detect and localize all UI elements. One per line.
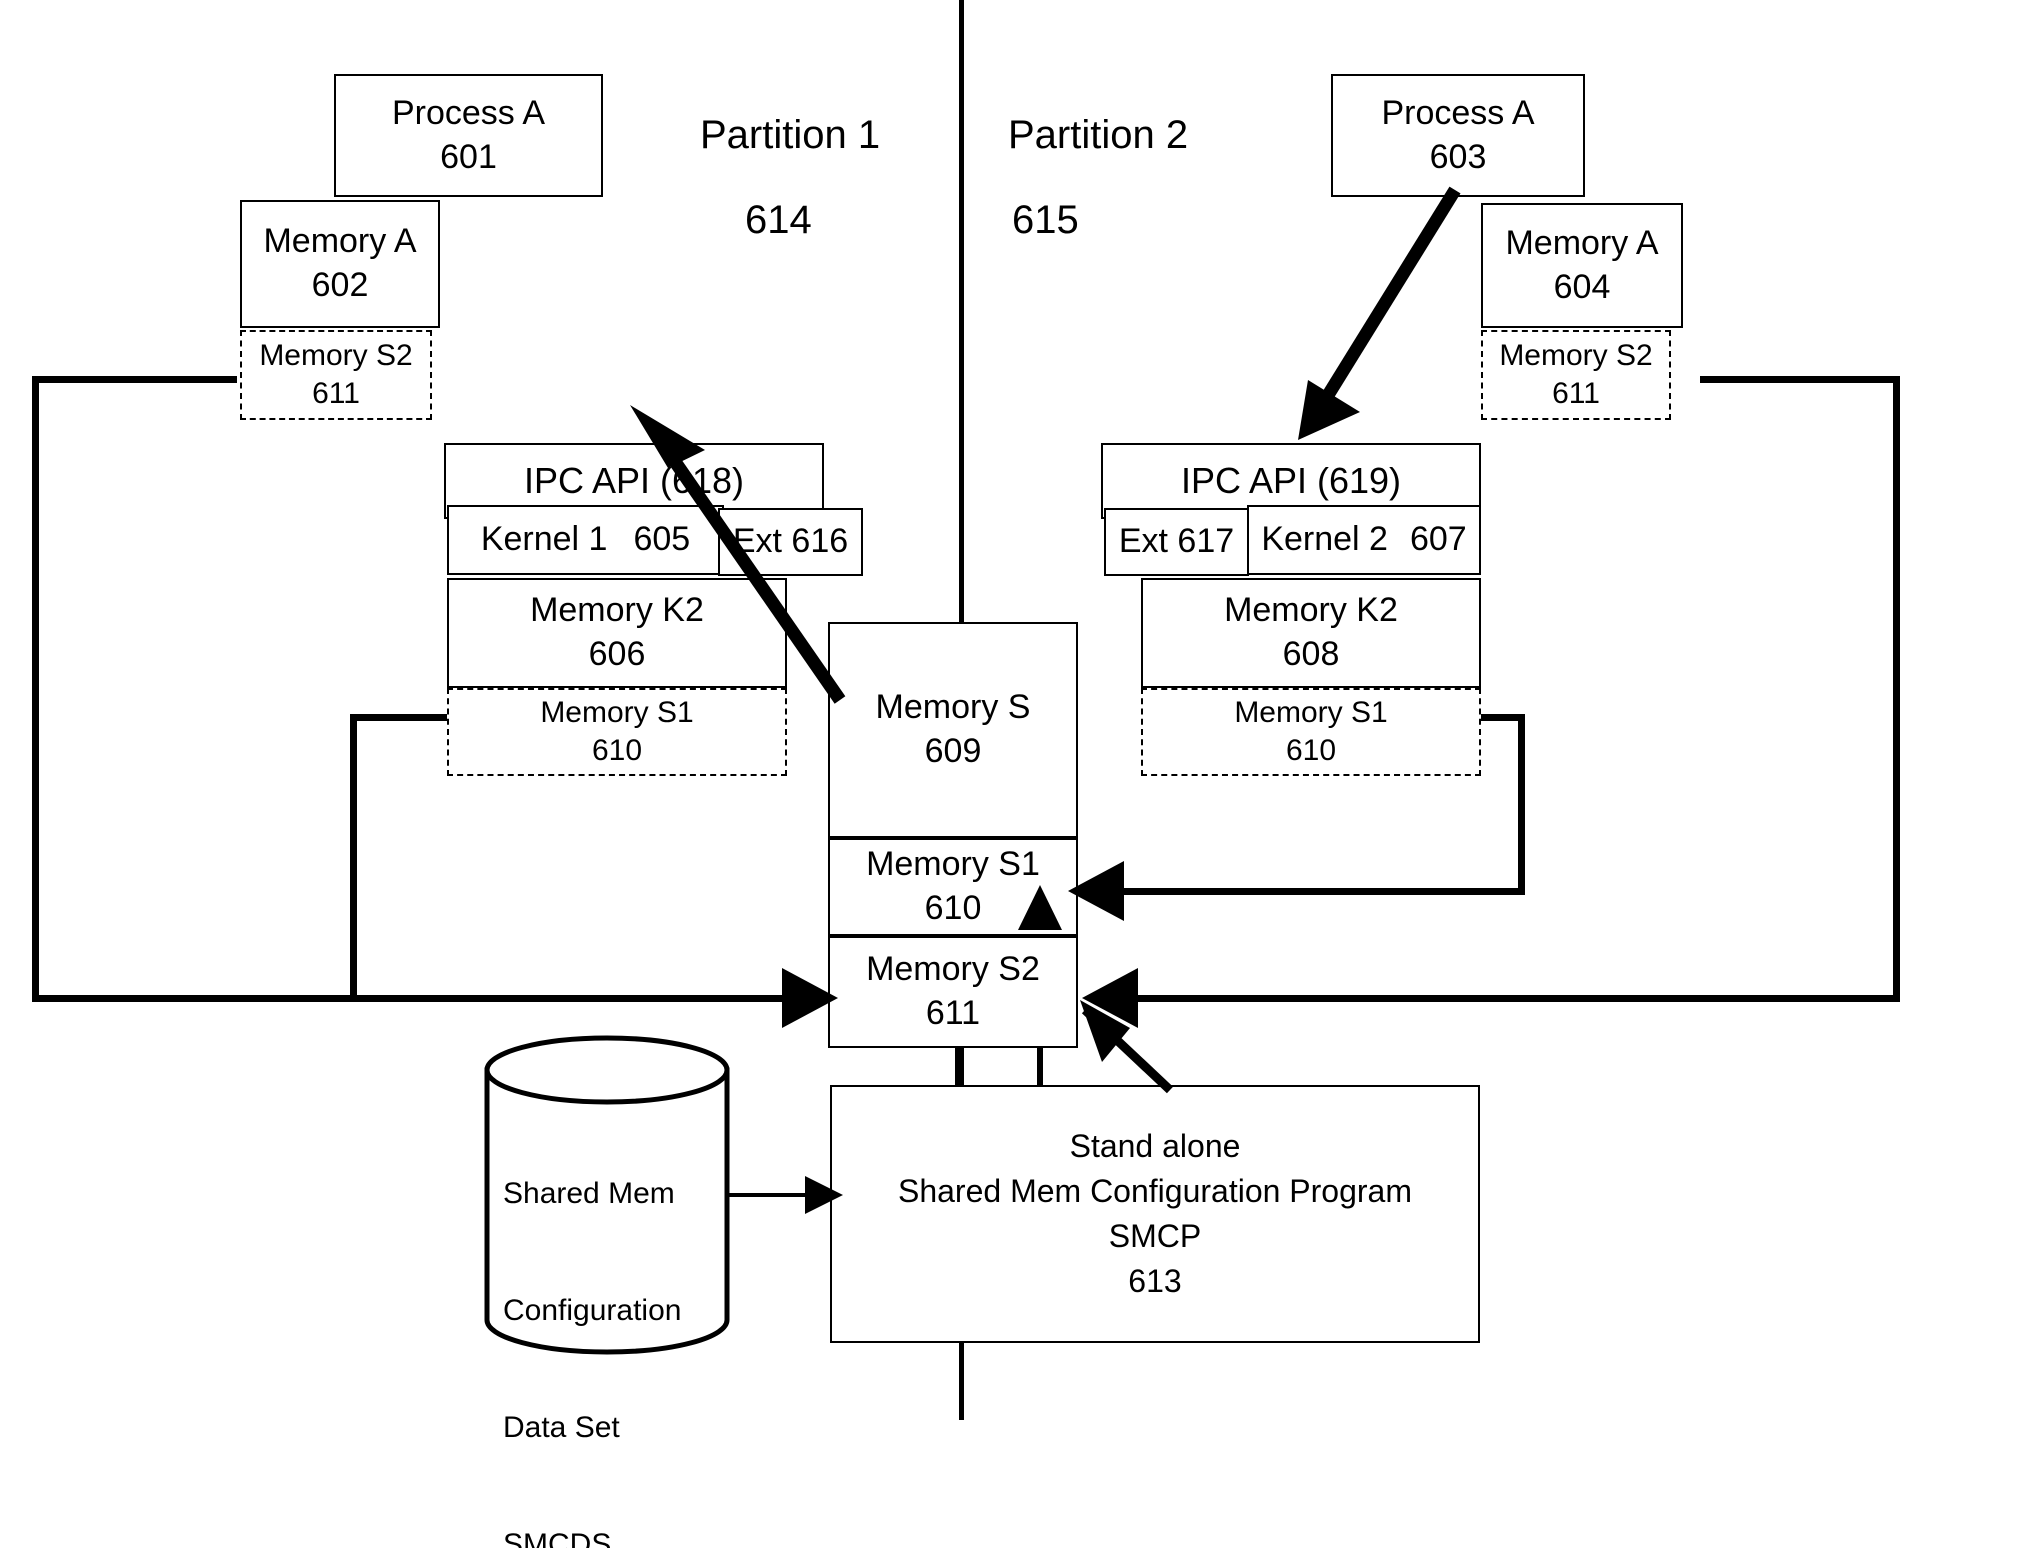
smcp-line-4: 613 <box>1128 1262 1182 1299</box>
partition-1-ref: 614 <box>745 198 812 242</box>
smcds-line-4: SMCDS <box>503 1528 612 1548</box>
right-inner-line-vertical <box>1518 714 1525 894</box>
memory-s2-611-right-box[interactable]: Memory S2 611 <box>1481 330 1671 420</box>
process-a-601-box[interactable]: Process A 601 <box>334 74 603 197</box>
right-outer-line-vertical <box>1893 376 1900 1002</box>
memory-s-609-title: Memory S <box>875 688 1031 727</box>
memory-s2-611-center-title: Memory S2 <box>866 950 1040 989</box>
memory-s1-610-left-box[interactable]: Memory S1 610 <box>447 688 787 776</box>
memory-k2-608-ref: 608 <box>1282 635 1340 673</box>
ipc-api-619-title: IPC API (619) <box>1180 459 1402 501</box>
ext-617-box[interactable]: Ext 617 <box>1104 508 1249 576</box>
ext-617-title: Ext 617 <box>1118 522 1235 561</box>
smcds-line-2: Configuration <box>503 1294 682 1327</box>
kernel-1-605-box[interactable]: Kernel 1 605 <box>447 505 724 575</box>
memory-k2-606-title: Memory K2 <box>530 591 704 630</box>
process-a-603-box[interactable]: Process A 603 <box>1331 74 1585 197</box>
arrow-processA603-to-ipc619 <box>1298 186 1461 440</box>
smcp-613-box[interactable]: Stand alone Shared Mem Configuration Pro… <box>830 1085 1480 1343</box>
right-outer-line-bottom <box>1120 995 1900 1002</box>
arrow-smcp-to-memory-s2 <box>1080 1000 1174 1094</box>
smcp-line-2: Shared Mem Configuration Program <box>897 1173 1412 1210</box>
memory-s1-610-center-title: Memory S1 <box>866 845 1040 884</box>
smcds-text-block: Shared Mem Configuration Data Set SMCDS … <box>503 1096 681 1548</box>
memory-s1-610-left-title: Memory S1 <box>540 695 694 729</box>
ext-616-box[interactable]: Ext 616 <box>718 508 863 576</box>
process-a-603-ref: 603 <box>1429 137 1487 176</box>
memory-a-602-title: Memory A <box>263 222 417 261</box>
right-outer-line-top <box>1700 376 1900 383</box>
memory-a-604-ref: 604 <box>1553 267 1611 306</box>
process-a-601-ref: 601 <box>440 137 497 176</box>
left-outer-line-top <box>32 376 237 383</box>
memory-s2-611-center-box[interactable]: Memory S2 611 <box>828 936 1078 1048</box>
memory-k2-606-ref: 606 <box>588 635 646 673</box>
left-outer-line-vertical <box>32 376 39 1002</box>
smcds-line-3: Data Set <box>503 1411 620 1444</box>
smcds-to-smcp-line <box>726 1193 826 1197</box>
memory-s2-611-center-ref: 611 <box>925 994 981 1032</box>
memory-s1-610-right-box[interactable]: Memory S1 610 <box>1141 688 1481 776</box>
partition-2-ref: 615 <box>1012 198 1079 242</box>
memory-s2-611-right-ref: 611 <box>1552 377 1600 410</box>
memory-s2-611-left-ref: 611 <box>312 377 360 410</box>
smcp-line-3: SMCP <box>1108 1218 1202 1254</box>
memory-k2-606-box[interactable]: Memory K2 606 <box>447 578 787 688</box>
smcds-line-1: Shared Mem <box>503 1177 675 1210</box>
process-a-603-title: Process A <box>1381 93 1535 132</box>
memory-k2-608-title: Memory K2 <box>1224 591 1398 630</box>
right-inner-line-bottom <box>1108 888 1525 895</box>
memory-s1-610-right-ref: 610 <box>1285 734 1337 767</box>
memory-s1-610-right-title: Memory S1 <box>1234 695 1388 729</box>
memory-a-604-title: Memory A <box>1505 223 1659 262</box>
left-inner-line-top <box>350 714 454 721</box>
memory-k2-608-box[interactable]: Memory K2 608 <box>1141 578 1481 688</box>
kernel-1-605-ref: 605 <box>633 520 691 559</box>
kernel-2-607-title: Kernel 2 <box>1261 520 1388 559</box>
memory-a-602-ref: 602 <box>311 266 369 304</box>
memory-s1-610-center-ref: 610 <box>924 889 982 927</box>
center-to-smcp-stub <box>955 1048 960 1088</box>
partition-1-label: Partition 1 <box>700 113 881 157</box>
process-a-601-title: Process A <box>391 93 546 132</box>
memory-s2-611-left-box[interactable]: Memory S2 611 <box>240 330 432 420</box>
kernel-1-605-title: Kernel 1 <box>480 520 608 559</box>
ipc-api-618-title: IPC API (618) <box>523 459 745 501</box>
memory-a-602-box[interactable]: Memory A 602 <box>240 200 440 328</box>
kernel-2-607-ref: 607 <box>1409 520 1467 559</box>
memory-s2-611-left-title: Memory S2 <box>259 338 413 372</box>
partition-2-label: Partition 2 <box>1008 113 1189 157</box>
figure-canvas: Partition 1 614 Partition 2 615 Process … <box>0 0 2024 1548</box>
memory-s-609-ref: 609 <box>924 732 982 770</box>
memory-s-609-box[interactable]: Memory S 609 <box>828 622 1078 838</box>
left-inner-line-bottom <box>350 995 800 1002</box>
kernel-2-607-box[interactable]: Kernel 2 607 <box>1247 505 1481 575</box>
smcp-line-1: Stand alone <box>1069 1128 1241 1165</box>
memory-s2-611-right-title: Memory S2 <box>1499 338 1653 372</box>
memory-a-604-box[interactable]: Memory A 604 <box>1481 203 1683 328</box>
memory-s1-610-center-box[interactable]: Memory S1 610 <box>828 838 1078 936</box>
left-inner-line-vertical <box>350 714 357 1002</box>
ext-616-title: Ext 616 <box>732 522 849 561</box>
memory-s1-610-left-ref: 610 <box>591 734 643 767</box>
